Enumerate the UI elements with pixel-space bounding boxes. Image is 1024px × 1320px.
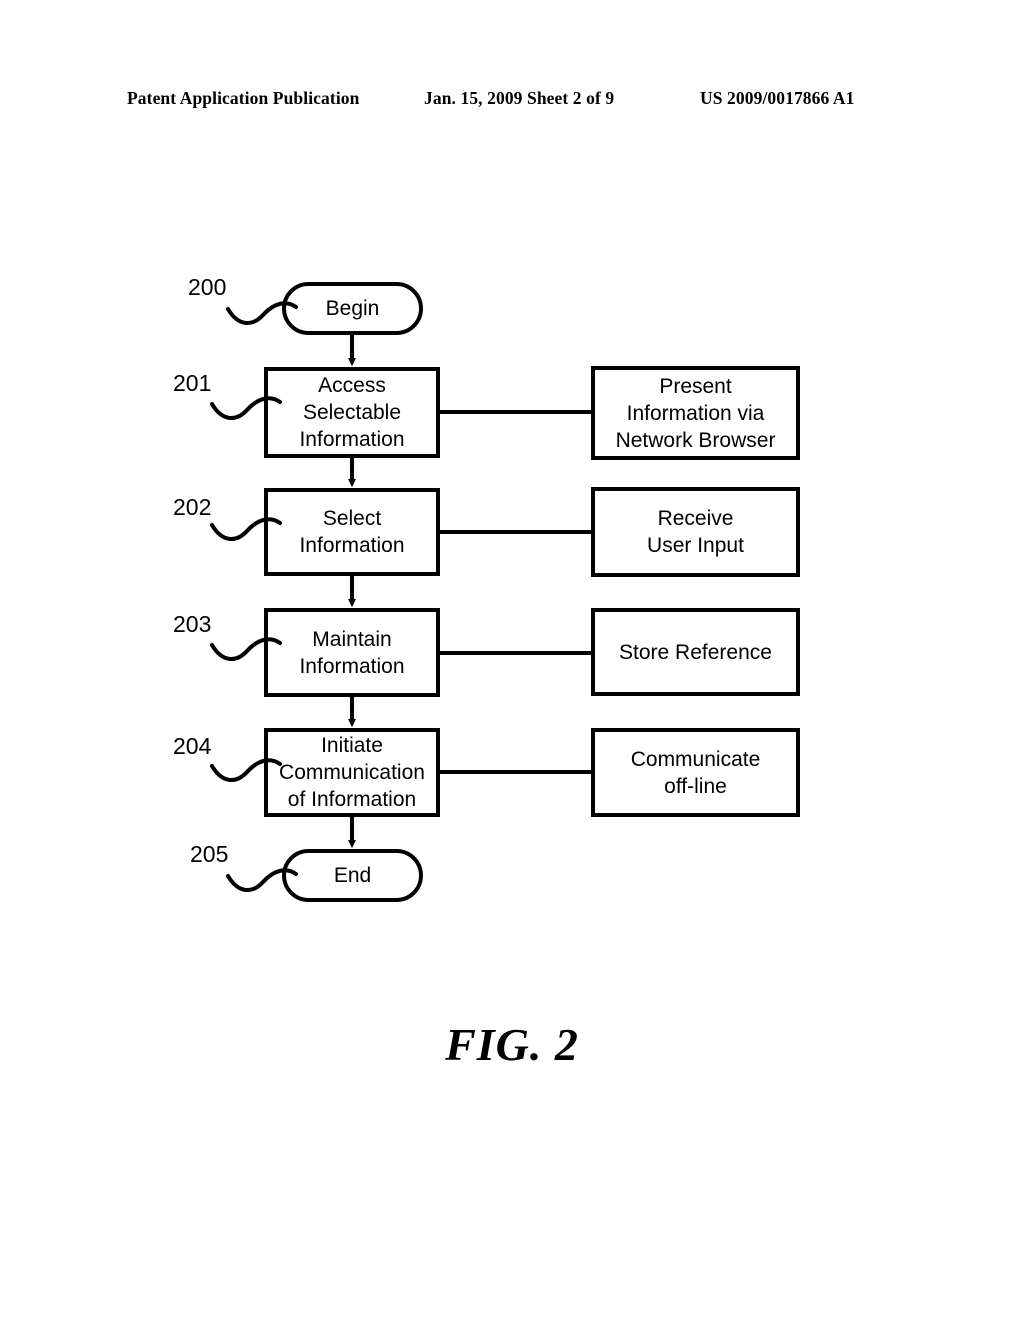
node-shape-communicate-off-line <box>591 728 800 817</box>
flowchart-graphics <box>210 282 800 902</box>
reference-numeral-202: 202 <box>173 494 212 520</box>
node-shape-receive-user-input <box>591 487 800 577</box>
figure-caption: FIG. 2 <box>445 1019 579 1070</box>
node-shape-begin <box>282 282 423 335</box>
figure-2-flowchart: Begin Access Selectable Information Sele… <box>0 0 1024 1320</box>
node-shape-maintain-information <box>264 608 440 697</box>
reference-numeral-201: 201 <box>173 370 212 396</box>
node-shape-present-information-via-network-browser <box>591 366 800 460</box>
reference-numeral-204: 204 <box>173 733 212 759</box>
reference-numeral-205: 205 <box>190 841 229 867</box>
node-shape-store-reference <box>591 608 800 696</box>
node-shape-end <box>282 849 423 902</box>
reference-numeral-203: 203 <box>173 611 212 637</box>
reference-numeral-200: 200 <box>188 274 227 300</box>
node-shape-select-information <box>264 488 440 576</box>
node-shape-initiate-communication-of-information <box>264 728 440 817</box>
node-shape-access-selectable-information <box>264 367 440 458</box>
